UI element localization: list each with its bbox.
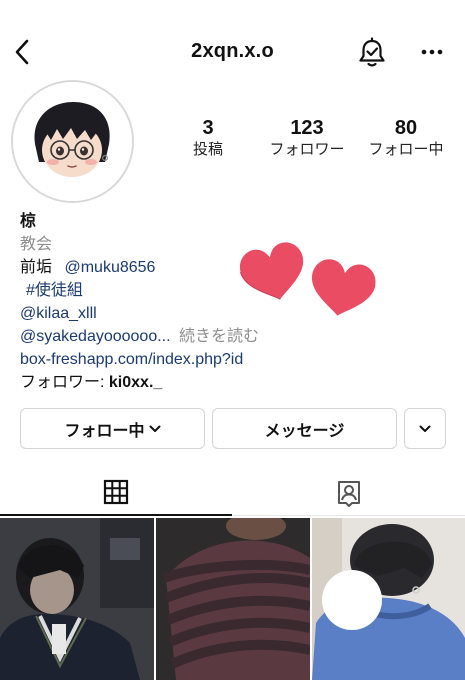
posts-stat[interactable]: 3 投稿 (158, 116, 258, 160)
profile-username: 2xqn.x.o (191, 40, 274, 62)
hearts-decoration (238, 238, 378, 328)
followers-count: 123 (290, 117, 324, 139)
followed-by-prefix: フォロワー: (20, 374, 105, 391)
following-count: 80 (394, 117, 418, 139)
display-name: 椋 (20, 213, 37, 230)
profile-stats: 3 投稿 123 フォロワー 80 フォロー中 (160, 116, 465, 166)
grid-icon (103, 479, 129, 505)
followers-stat[interactable]: 123 フォロワー (257, 116, 357, 160)
hashtag-link[interactable]: #使徒組 (26, 282, 83, 299)
following-label: フォロー中 (368, 141, 444, 158)
posts-grid (0, 518, 465, 680)
notification-bell-icon[interactable] (357, 37, 387, 69)
bio-line-mention3: @syakedayoooooo... 続きを読む (20, 325, 440, 348)
mention-link[interactable]: @kilaa_xlll (20, 305, 97, 322)
chevron-down-icon (149, 425, 161, 433)
tab-posts-grid[interactable] (0, 470, 232, 516)
following-button-label: フォロー中 (64, 422, 145, 440)
post-thumbnail[interactable] (0, 518, 154, 680)
tagged-person-icon (335, 479, 363, 507)
following-stat[interactable]: 80 フォロー中 (356, 116, 456, 160)
message-button[interactable]: メッセージ (212, 408, 397, 449)
message-button-label: メッセージ (264, 422, 345, 440)
mention-link[interactable]: @muku8656 (64, 259, 155, 276)
read-more-link[interactable]: 続きを読む (179, 328, 259, 345)
followers-label: フォロワー (269, 141, 345, 158)
suggested-accounts-button[interactable] (404, 408, 446, 449)
profile-avatar[interactable] (11, 80, 134, 203)
tab-tagged[interactable] (233, 470, 465, 516)
followed-by-user: ki0xx._ (108, 374, 163, 391)
mention-link[interactable]: @syakedayoooooo... (20, 328, 171, 345)
more-options-icon[interactable] (418, 42, 446, 62)
posts-label: 投稿 (192, 141, 223, 158)
bio-old-account-prefix: 前垢 (20, 259, 53, 276)
post-thumbnail[interactable] (156, 518, 310, 680)
chevron-down-icon (419, 425, 431, 433)
bio-line-website: box-freshapp.com/index.php?id (20, 348, 440, 371)
website-link[interactable]: box-freshapp.com/index.php?id (20, 351, 243, 368)
posts-count: 3 (202, 117, 214, 139)
followed-by[interactable]: フォロワー: ki0xx._ (20, 371, 440, 394)
following-button[interactable]: フォロー中 (20, 408, 205, 449)
post-thumbnail[interactable] (312, 518, 465, 680)
